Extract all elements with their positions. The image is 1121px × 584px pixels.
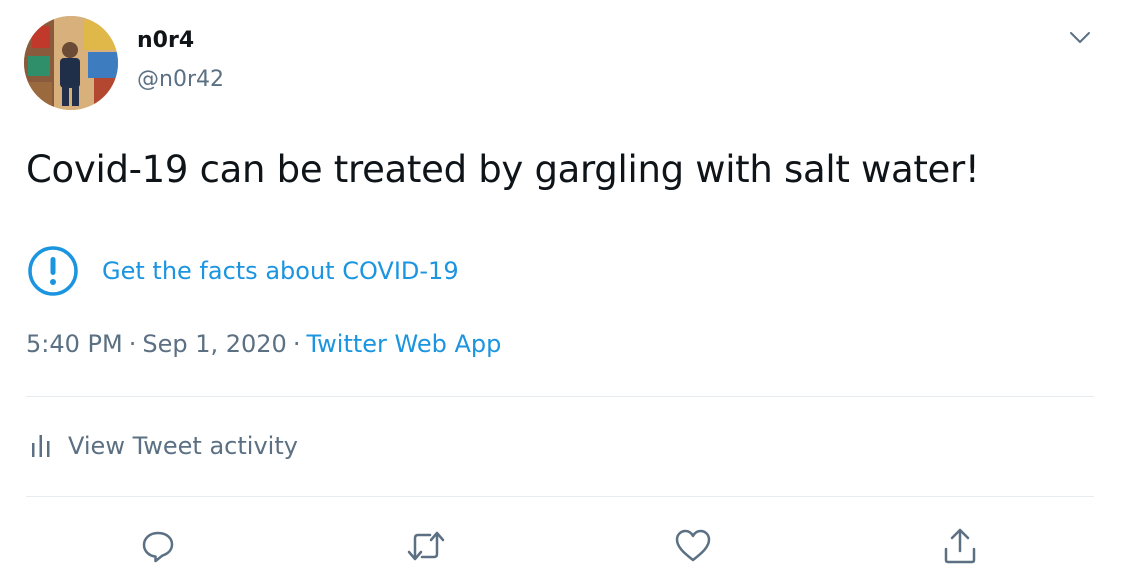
display-name[interactable]: n0r4: [137, 28, 194, 53]
reply-button[interactable]: [136, 524, 180, 568]
avatar-image: [24, 16, 118, 110]
more-options-button[interactable]: [1060, 22, 1100, 54]
tweet-metadata: 5:40 PM · Sep 1, 2020 · Twitter Web App: [26, 330, 501, 358]
share-icon: [944, 528, 976, 564]
tweet-source-link[interactable]: Twitter Web App: [306, 330, 501, 358]
avatar[interactable]: [24, 16, 118, 110]
covid-facts-notice: Get the facts about COVID-19: [26, 243, 459, 299]
bar-chart-icon: [30, 433, 52, 459]
covid-facts-link[interactable]: Get the facts about COVID-19: [102, 257, 459, 285]
user-handle[interactable]: @n0r42: [137, 67, 224, 92]
separator: ·: [128, 330, 137, 358]
chevron-down-icon: [1070, 32, 1090, 43]
view-tweet-activity-label: View Tweet activity: [68, 432, 298, 460]
like-button[interactable]: [671, 524, 715, 568]
reply-icon: [142, 531, 174, 563]
divider: [26, 496, 1094, 497]
tweet-time[interactable]: 5:40 PM: [26, 330, 123, 358]
tweet-card: n0r4 @n0r42 Covid-19 can be treated by g…: [0, 0, 1121, 584]
divider: [26, 396, 1094, 397]
share-button[interactable]: [938, 524, 982, 568]
tweet-date[interactable]: Sep 1, 2020: [142, 330, 286, 358]
separator: ·: [292, 330, 301, 358]
retweet-button[interactable]: [404, 524, 448, 568]
tweet-text: Covid-19 can be treated by gargling with…: [26, 148, 980, 191]
retweet-icon: [407, 531, 445, 561]
view-tweet-activity-button[interactable]: View Tweet activity: [30, 428, 298, 464]
heart-icon: [675, 529, 711, 562]
exclamation-circle-icon: [26, 244, 80, 298]
